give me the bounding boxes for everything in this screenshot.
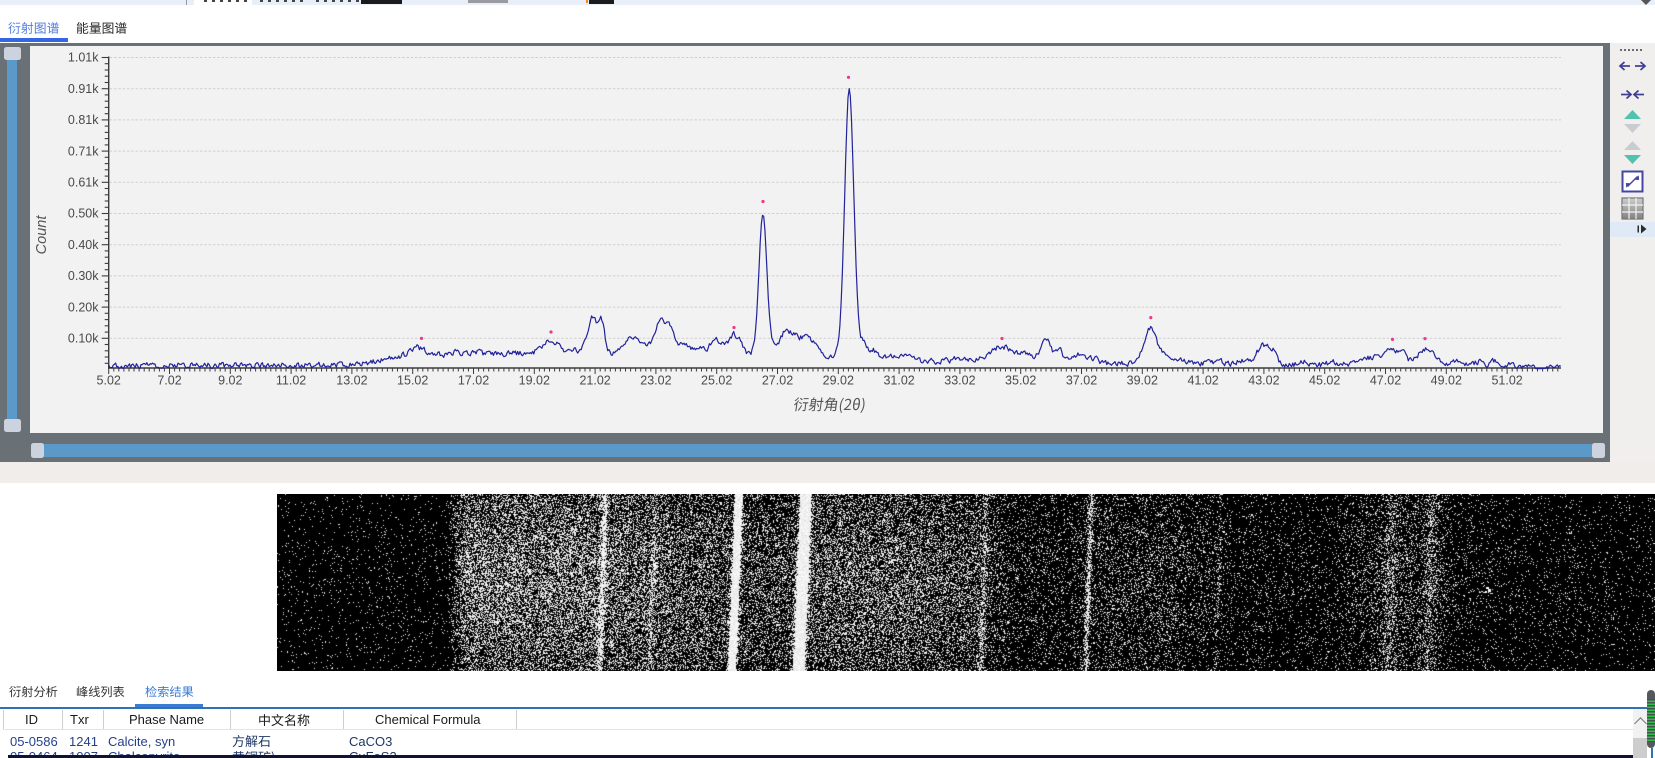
svg-text:0.71k: 0.71k bbox=[68, 144, 99, 158]
svg-text:Count: Count bbox=[34, 215, 50, 255]
svg-text:37.02: 37.02 bbox=[1066, 374, 1097, 388]
svg-text:15.02: 15.02 bbox=[397, 374, 428, 388]
svg-text:31.02: 31.02 bbox=[883, 374, 914, 388]
svg-text:13.02: 13.02 bbox=[336, 374, 367, 388]
svg-text:0.40k: 0.40k bbox=[68, 238, 99, 252]
svg-text:45.02: 45.02 bbox=[1309, 374, 1340, 388]
svg-text:7.02: 7.02 bbox=[157, 374, 181, 388]
svg-text:11.02: 11.02 bbox=[276, 374, 306, 388]
svg-text:43.02: 43.02 bbox=[1248, 374, 1279, 388]
svg-text:33.02: 33.02 bbox=[944, 374, 975, 388]
svg-text:49.02: 49.02 bbox=[1431, 374, 1462, 388]
svg-text:39.02: 39.02 bbox=[1127, 374, 1158, 388]
svg-text:47.02: 47.02 bbox=[1370, 374, 1401, 388]
svg-text:0.20k: 0.20k bbox=[68, 300, 99, 314]
svg-text:0.81k: 0.81k bbox=[68, 113, 99, 127]
svg-text:9.02: 9.02 bbox=[218, 374, 242, 388]
svg-text:23.02: 23.02 bbox=[640, 374, 671, 388]
svg-text:0.50k: 0.50k bbox=[68, 207, 99, 221]
svg-text:17.02: 17.02 bbox=[458, 374, 489, 388]
svg-text:51.02: 51.02 bbox=[1491, 374, 1522, 388]
svg-text:0.91k: 0.91k bbox=[68, 82, 99, 96]
svg-text:21.02: 21.02 bbox=[579, 374, 610, 388]
svg-text:19.02: 19.02 bbox=[519, 374, 550, 388]
svg-text:1.01k: 1.01k bbox=[68, 51, 99, 65]
svg-text:27.02: 27.02 bbox=[762, 374, 793, 388]
svg-text:41.02: 41.02 bbox=[1187, 374, 1218, 388]
svg-text:0.10k: 0.10k bbox=[68, 332, 99, 346]
svg-text:35.02: 35.02 bbox=[1005, 374, 1036, 388]
svg-text:0.61k: 0.61k bbox=[68, 176, 99, 190]
svg-text:29.02: 29.02 bbox=[823, 374, 854, 388]
svg-text:25.02: 25.02 bbox=[701, 374, 732, 388]
svg-text:5.02: 5.02 bbox=[97, 374, 121, 388]
svg-text:0.30k: 0.30k bbox=[68, 269, 99, 283]
